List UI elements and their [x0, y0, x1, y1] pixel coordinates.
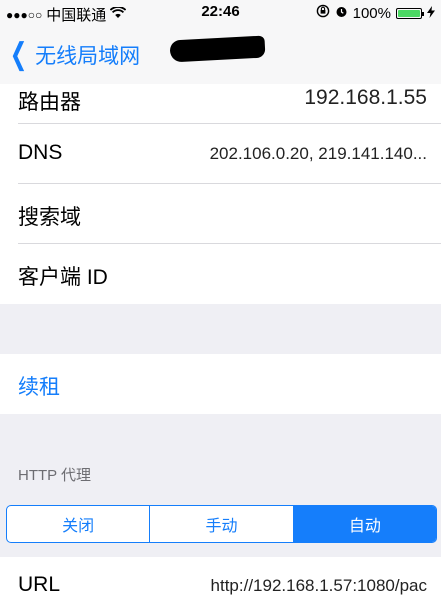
proxy-mode-segmented-control: 关闭 手动 自动: [6, 505, 437, 543]
dns-value: 202.106.0.20, 219.141.140...: [209, 144, 427, 163]
proxy-url-label: URL: [18, 573, 61, 596]
status-right: 100%: [316, 4, 435, 22]
http-proxy-section-header: HTTP 代理: [18, 467, 92, 484]
dns-label: DNS: [18, 141, 63, 164]
alarm-icon: [335, 5, 348, 22]
battery-level-fill: [398, 9, 420, 17]
battery-icon: [396, 7, 424, 19]
status-bar: ●●●○○ 中国联通 22:46 100%: [0, 0, 441, 26]
router-row: 路由器 192.168.1.55: [0, 84, 441, 124]
proxy-mode-off[interactable]: 关闭: [7, 506, 151, 542]
router-value: 192.168.1.55: [304, 86, 427, 109]
chevron-left-icon: ❮: [9, 38, 28, 71]
proxy-url-value: http://192.168.1.57:1080/pac: [210, 576, 427, 595]
proxy-mode-auto[interactable]: 自动: [293, 506, 436, 542]
proxy-mode-manual[interactable]: 手动: [150, 506, 294, 542]
router-label: 路由器: [18, 91, 81, 114]
battery-percent: 100%: [352, 4, 391, 22]
back-button-label: 无线局域网: [35, 45, 141, 68]
client-id-row[interactable]: 客户端 ID: [0, 244, 441, 304]
rotation-lock-icon: [316, 4, 330, 22]
renew-lease-label: 续租: [18, 376, 60, 399]
proxy-url-row[interactable]: URL http://192.168.1.57:1080/pac: [0, 557, 441, 600]
client-id-label: 客户端 ID: [18, 266, 108, 289]
back-button[interactable]: ❮ 无线局域网: [6, 39, 140, 71]
dns-row[interactable]: DNS 202.106.0.20, 219.141.140...: [0, 124, 441, 184]
search-domain-row[interactable]: 搜索域: [0, 184, 441, 244]
search-domain-label: 搜索域: [18, 206, 81, 229]
renew-lease-button[interactable]: 续租: [0, 354, 441, 414]
charging-icon: [427, 5, 435, 22]
